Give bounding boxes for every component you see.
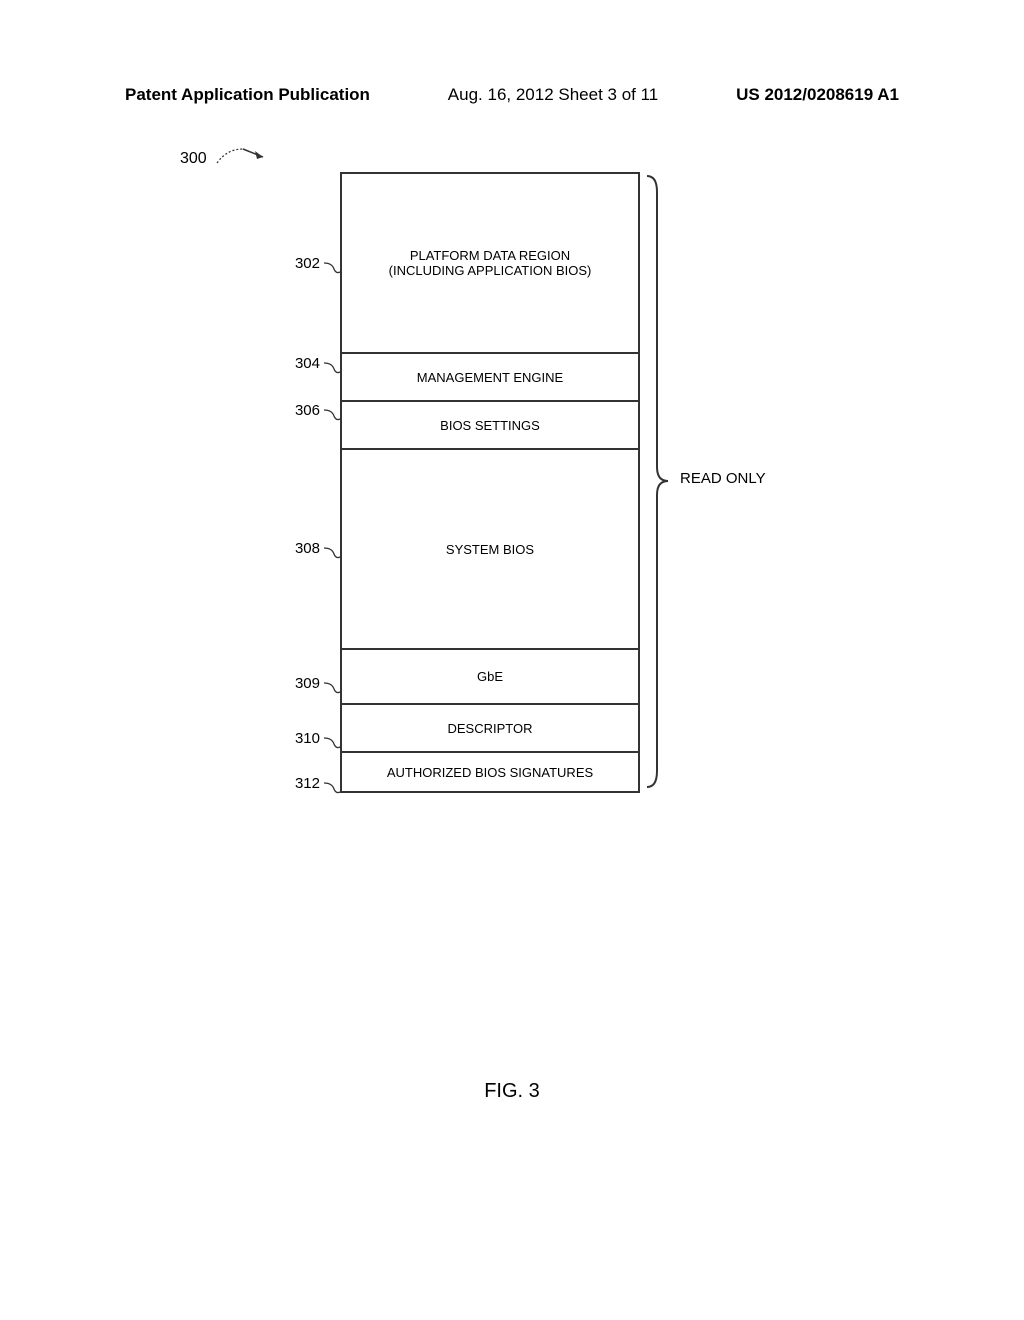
ref-hook-icon — [322, 261, 342, 280]
ref-label-302: 302 — [280, 255, 320, 272]
memory-region-cell: AUTHORIZED BIOS SIGNATURES — [341, 752, 639, 792]
memory-region-cell: MANAGEMENT ENGINE — [341, 353, 639, 401]
table-row: SYSTEM BIOS — [341, 449, 639, 649]
arrow-300-icon — [215, 145, 270, 172]
ref-label-308: 308 — [280, 540, 320, 557]
ref-hook-icon — [322, 681, 342, 700]
figure-label: FIG. 3 — [0, 1080, 1024, 1103]
ref-hook-icon — [322, 546, 342, 565]
ref-300-label: 300 — [180, 145, 270, 172]
table-row: DESCRIPTOR — [341, 704, 639, 752]
ref-label-304: 304 — [280, 355, 320, 372]
table-row: GbE — [341, 649, 639, 704]
table-row: MANAGEMENT ENGINE — [341, 353, 639, 401]
memory-region-cell: SYSTEM BIOS — [341, 449, 639, 649]
memory-table-wrapper: PLATFORM DATA REGION(INCLUDING APPLICATI… — [340, 172, 640, 793]
ref-label-309: 309 — [280, 675, 320, 692]
table-row: AUTHORIZED BIOS SIGNATURES — [341, 752, 639, 792]
table-row: BIOS SETTINGS — [341, 401, 639, 449]
ref-300-text: 300 — [180, 150, 207, 168]
ref-label-310: 310 — [280, 730, 320, 747]
ref-hook-icon — [322, 736, 342, 755]
ref-hook-icon — [322, 408, 342, 427]
bracket-icon — [645, 172, 670, 791]
read-only-label: READ ONLY — [680, 470, 766, 487]
ref-label-312: 312 — [280, 775, 320, 792]
page-header: Patent Application Publication Aug. 16, … — [0, 85, 1024, 105]
ref-hook-icon — [322, 781, 342, 800]
memory-region-cell: GbE — [341, 649, 639, 704]
memory-region-cell: DESCRIPTOR — [341, 704, 639, 752]
memory-region-cell: BIOS SETTINGS — [341, 401, 639, 449]
ref-label-306: 306 — [280, 402, 320, 419]
ref-hook-icon — [322, 361, 342, 380]
memory-table: PLATFORM DATA REGION(INCLUDING APPLICATI… — [340, 172, 640, 793]
header-right: US 2012/0208619 A1 — [736, 85, 899, 105]
header-center: Aug. 16, 2012 Sheet 3 of 11 — [448, 85, 658, 105]
memory-region-cell: PLATFORM DATA REGION(INCLUDING APPLICATI… — [341, 173, 639, 353]
table-row: PLATFORM DATA REGION(INCLUDING APPLICATI… — [341, 173, 639, 353]
header-left: Patent Application Publication — [125, 85, 370, 105]
